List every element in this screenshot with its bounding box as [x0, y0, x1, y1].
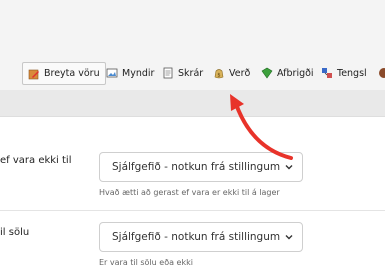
out-of-stock-select[interactable]: Sjálfgefið - notkun frá stillingum	[99, 152, 303, 182]
chevron-down-icon	[285, 235, 293, 240]
relations-icon	[322, 68, 332, 78]
for-sale-help: Er vara til sölu eða ekki	[99, 258, 193, 267]
product-tab-bar: Breyta vöru Myndir Skrár $ Verð Afbrigði	[0, 58, 385, 90]
for-sale-select[interactable]: Sjálfgefið - notkun frá stillingum	[99, 222, 303, 252]
tab-more[interactable]	[378, 63, 385, 83]
svg-text:$: $	[217, 73, 220, 79]
tab-label: Skrár	[178, 67, 204, 79]
out-of-stock-help: Hvað ætti að gerast ef vara er ekki til …	[99, 188, 280, 197]
files-icon	[163, 67, 173, 79]
tab-price[interactable]: $ Verð	[213, 63, 250, 83]
price-icon: $	[214, 69, 224, 79]
out-of-stock-label: ef vara ekki til	[0, 155, 72, 166]
tab-edit-product[interactable]: Breyta vöru	[22, 62, 106, 85]
section-header	[0, 90, 385, 117]
tab-variants[interactable]: Afbrigði	[261, 63, 314, 83]
select-value: Sjálfgefið - notkun frá stillingum	[112, 231, 281, 243]
chevron-down-icon	[285, 165, 293, 170]
tab-label: Afbrigði	[277, 67, 314, 79]
tab-relations[interactable]: Tengsl	[321, 63, 367, 83]
tab-label: Breyta vöru	[44, 68, 100, 79]
images-icon	[106, 68, 118, 78]
select-value: Sjálfgefið - notkun frá stillingum	[112, 161, 281, 173]
tab-files[interactable]: Skrár	[162, 63, 203, 83]
for-sale-label: il sölu	[0, 227, 30, 238]
variants-icon	[261, 67, 273, 79]
row-divider	[0, 210, 385, 211]
tab-label: Tengsl	[337, 67, 367, 79]
tab-label: Myndir	[122, 67, 155, 79]
tab-label: Verð	[229, 67, 251, 79]
tab-images[interactable]: Myndir	[106, 63, 154, 83]
more-tab-icon	[379, 68, 385, 78]
edit-product-icon	[28, 69, 39, 79]
